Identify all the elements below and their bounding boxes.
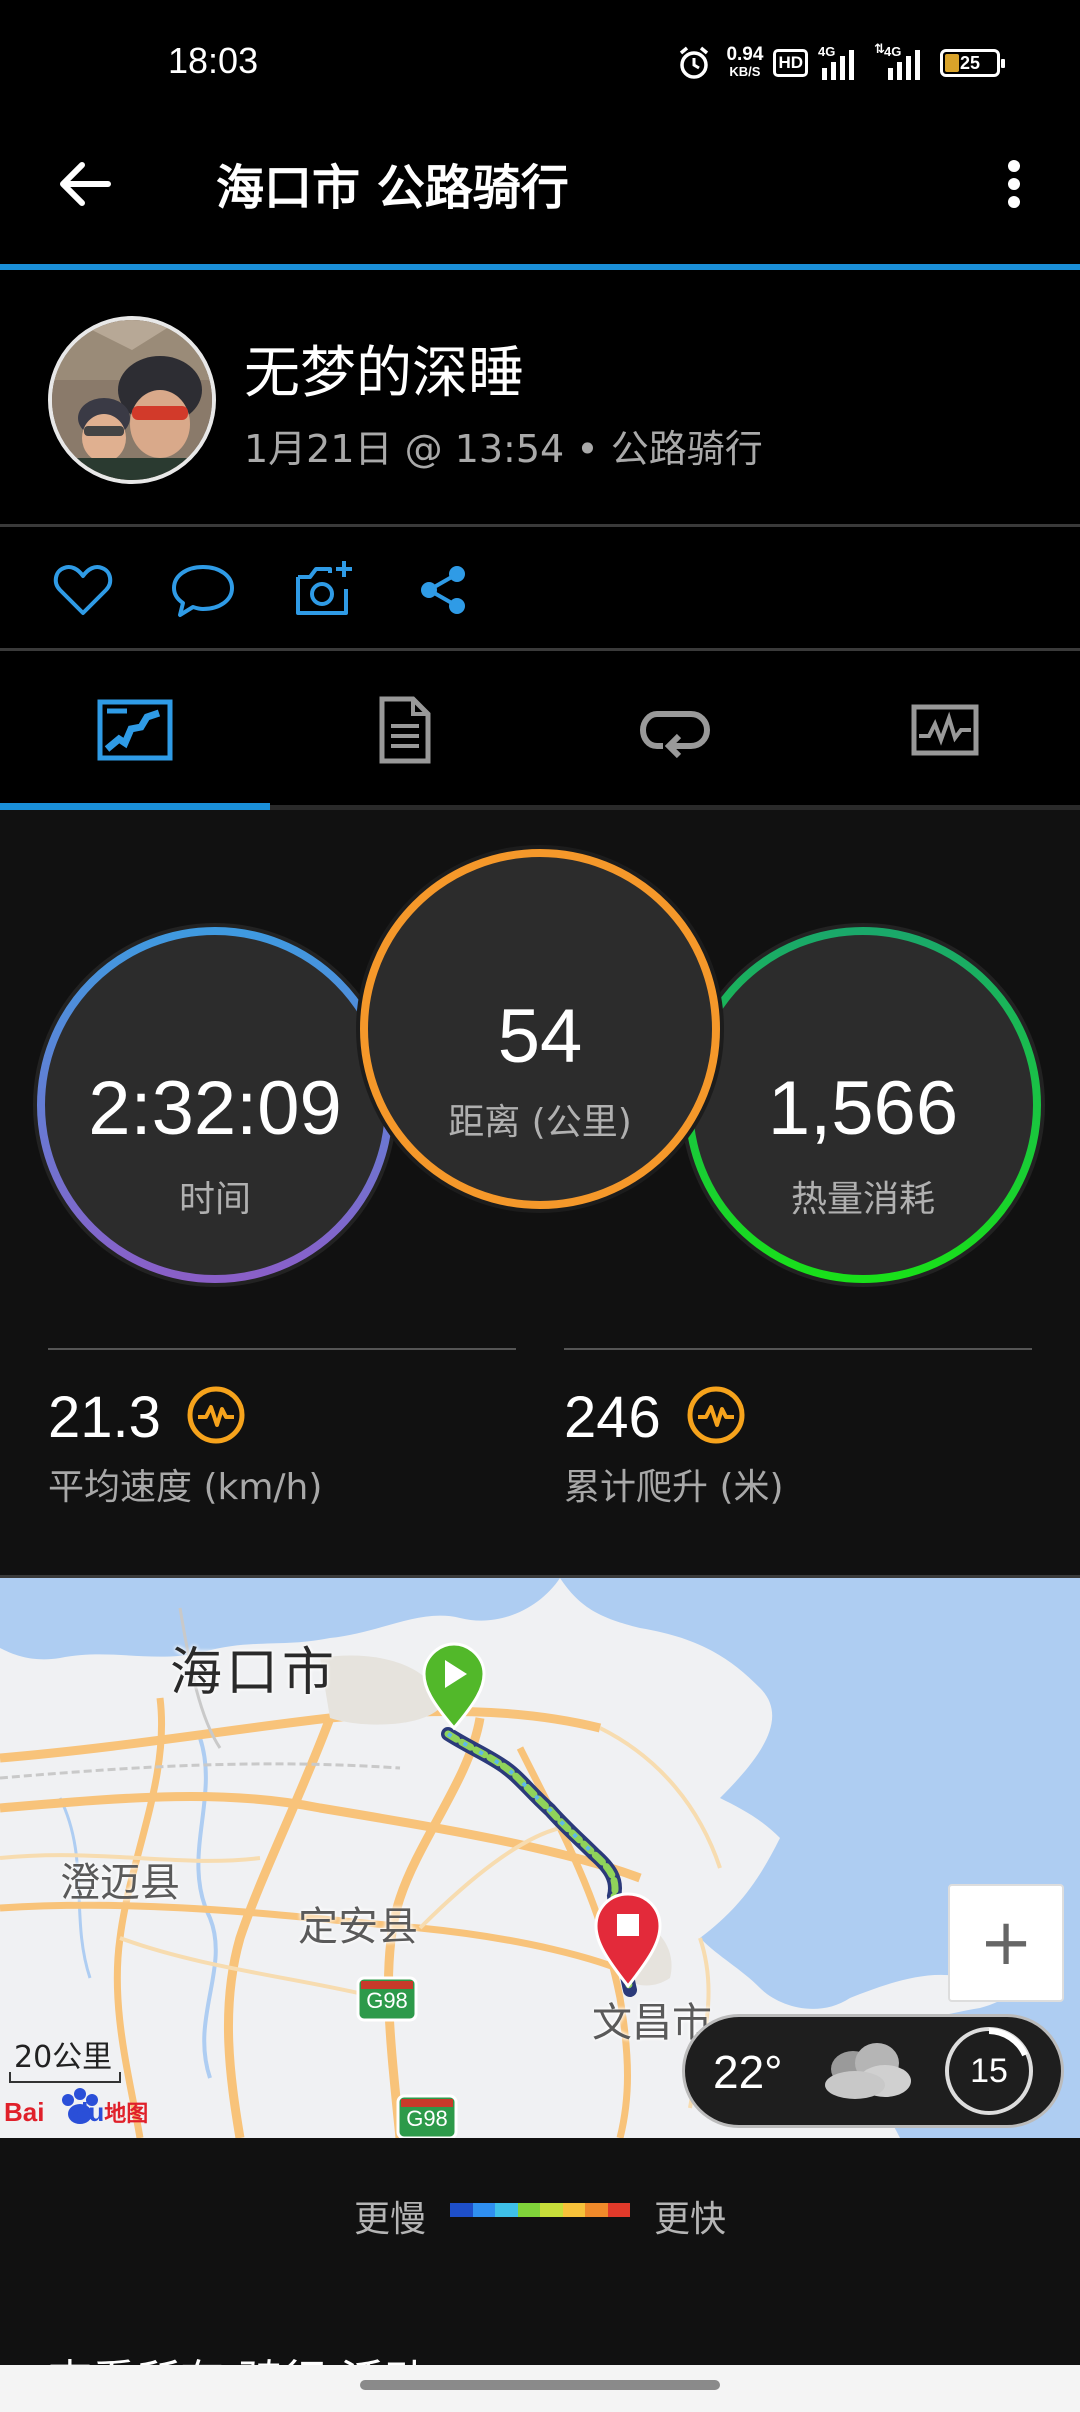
calories-label: 热量消耗 xyxy=(790,1179,935,1220)
legend-color-segment xyxy=(517,2203,540,2217)
zoom-in-button[interactable]: + xyxy=(948,1884,1064,2002)
ascent-effect-icon[interactable] xyxy=(686,1385,746,1449)
metric-divider xyxy=(48,1348,516,1350)
distance-label: 距离 (公里) xyxy=(448,1102,632,1143)
tab-overview[interactable] xyxy=(0,655,270,805)
tab-details[interactable] xyxy=(270,655,540,805)
legend-color-segment xyxy=(540,2203,563,2217)
ascent-value: 246 xyxy=(564,1385,661,1450)
status-icons: 0.94 KB/S HD 4G ⇅ 4G 25 xyxy=(676,38,1080,88)
legend-color-segment xyxy=(607,2203,630,2217)
document-icon xyxy=(379,696,431,764)
time-value: 2:32:09 xyxy=(88,1066,342,1151)
weather-widget[interactable]: 22° 15 xyxy=(682,2014,1064,2128)
training-effect-icon xyxy=(187,1386,245,1444)
page-title: 海口市 公路骑行 xyxy=(216,160,569,216)
share-icon xyxy=(421,566,465,614)
road-label-g98: G98 xyxy=(406,2106,448,2131)
home-indicator[interactable] xyxy=(360,2380,720,2390)
user-name[interactable]: 无梦的深睡 xyxy=(244,328,524,409)
chart-pulse-icon xyxy=(911,704,979,756)
more-options-button[interactable] xyxy=(990,148,1040,218)
tab-laps[interactable] xyxy=(540,655,810,805)
heart-icon xyxy=(53,565,113,615)
hd-badge: HD xyxy=(773,49,808,77)
ascent-label: 累计爬升 (米) xyxy=(564,1467,784,1508)
active-tab-indicator xyxy=(0,803,270,810)
weather-temperature: 22° xyxy=(713,2046,783,2098)
legend-color-segment xyxy=(450,2203,473,2217)
more-vert-icon xyxy=(1008,160,1020,208)
map-scale-label: 20公里 xyxy=(14,2040,113,2075)
avg-speed-effect-icon[interactable] xyxy=(186,1385,246,1449)
map-label-chengmai: 澄迈县 xyxy=(60,1860,180,1906)
signal-2-icon: ⇅ 4G xyxy=(874,42,930,80)
back-arrow-icon xyxy=(60,162,111,206)
share-button[interactable] xyxy=(408,555,478,625)
baidu-logo: Bai du地图 xyxy=(4,2097,149,2127)
laps-loop-icon xyxy=(639,711,711,758)
signal-1-icon: 4G xyxy=(818,44,864,80)
like-button[interactable] xyxy=(48,555,118,625)
tab-charts[interactable] xyxy=(810,655,1080,805)
legend-color-segment xyxy=(585,2203,608,2217)
cloud-icon xyxy=(825,2043,911,2099)
divider xyxy=(0,524,1080,527)
legend-color-segment xyxy=(562,2203,585,2217)
calories-ring: 1,566 热量消耗 xyxy=(678,920,1048,1290)
map-label-dingan: 定安县 xyxy=(298,1904,418,1950)
speed-gradient-bar xyxy=(450,2203,630,2217)
distance-value: 54 xyxy=(497,994,583,1079)
legend-color-segment xyxy=(472,2203,495,2217)
avg-speed-value: 21.3 xyxy=(48,1385,161,1450)
avatar-photo xyxy=(52,320,212,480)
overview-map-icon xyxy=(97,699,173,761)
legend-faster-label: 更快 xyxy=(654,2199,727,2240)
comment-icon xyxy=(172,565,234,617)
map-label-haikou: 海口市 xyxy=(170,1643,339,1703)
weather-badge: 15 xyxy=(945,2027,1033,2115)
time-label: 时间 xyxy=(178,1179,251,1220)
back-button[interactable] xyxy=(50,148,120,218)
add-photo-button[interactable] xyxy=(290,555,360,625)
activity-date-type: 1月21日 @ 13:54 • 公路骑行 xyxy=(244,427,763,471)
road-label-g98: G98 xyxy=(366,1988,408,2013)
alarm-icon xyxy=(680,46,709,79)
comment-button[interactable] xyxy=(168,555,238,625)
calories-value: 1,566 xyxy=(767,1066,959,1151)
training-effect-icon xyxy=(687,1386,745,1444)
legend-color-segment xyxy=(495,2203,518,2217)
avg-speed-label: 平均速度 (km/h) xyxy=(48,1467,323,1508)
net-speed: 0.94 KB/S xyxy=(726,44,764,79)
route-map[interactable]: 海口市 澄迈县 定安县 文昌市 G98 G98 20公里 Bai du地图 + 2… xyxy=(0,1578,1080,2138)
avatar[interactable] xyxy=(48,316,216,484)
legend-slower-label: 更慢 xyxy=(354,2199,427,2240)
time-ring: 2:32:09 时间 xyxy=(30,920,400,1290)
metric-divider xyxy=(564,1348,1032,1350)
add-photo-icon xyxy=(296,561,352,615)
status-time: 18:03 xyxy=(168,40,259,81)
distance-ring: 54 距离 (公里) xyxy=(354,843,726,1215)
divider xyxy=(0,648,1080,651)
battery-icon: 25 xyxy=(940,49,1005,77)
